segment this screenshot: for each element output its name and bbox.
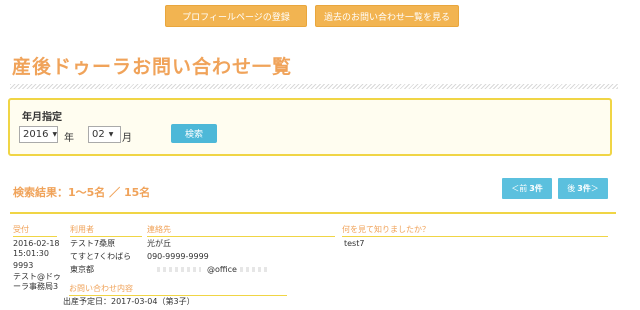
next-count: 3件 [577, 184, 591, 193]
month-unit-label: 月 [122, 133, 132, 144]
header-inquiry: お問い合わせ内容 [69, 283, 287, 296]
next-page-button[interactable]: 後 3件＞ [558, 178, 608, 199]
how-found-answer: test7 [344, 239, 365, 248]
user-name-kana: てすと7くわばら [70, 252, 132, 261]
month-select-value: 02 [92, 129, 105, 140]
month-select[interactable]: 02 ▼ [88, 126, 121, 143]
redacted-email-tail [240, 267, 270, 272]
received-number: 9993 [13, 261, 34, 270]
results-divider [10, 212, 616, 214]
header-received: 受付 [13, 224, 57, 237]
next-label: 後 [567, 184, 576, 193]
search-panel: 年月指定 2016 ▼ 年 02 ▼ 月 検索 [8, 98, 612, 156]
contact-phone: 090-9999-9999 [147, 252, 209, 261]
year-select[interactable]: 2016 ▼ [19, 126, 58, 143]
prev-count: 3件 [529, 184, 543, 193]
next-arrow: ＞ [590, 184, 599, 193]
user-name: テスト7桑原 [70, 239, 116, 248]
redacted-email-local [157, 267, 201, 272]
header-how-found: 何を見て知りましたか？ [342, 224, 608, 237]
office-name-line2: ーラ事務局3 [13, 282, 59, 291]
contact-email-domain: @office [207, 265, 237, 274]
received-time: 15:01:30 [13, 249, 49, 258]
year-month-label: 年月指定 [22, 112, 62, 123]
page-title: 産後ドゥーラお問い合わせ一覧 [12, 56, 293, 78]
prev-page-button[interactable]: ＜前 3件 [502, 178, 552, 199]
inquiry-history-button[interactable]: 過去のお問い合わせ一覧を見る [315, 5, 459, 27]
inquiry-content: 出産予定日：2017-03-04（第3子） [63, 297, 195, 306]
year-select-value: 2016 [23, 129, 49, 140]
user-prefecture: 東京都 [70, 265, 94, 274]
results-summary: 検索結果：1～5名 ／ 15名 [13, 186, 151, 199]
title-divider [10, 84, 618, 89]
prev-label: ＜前 [511, 184, 528, 193]
header-user: 利用者 [70, 224, 142, 237]
chevron-down-icon: ▼ [52, 131, 58, 138]
year-unit-label: 年 [64, 133, 74, 144]
search-button[interactable]: 検索 [171, 124, 217, 143]
header-contact: 連絡先 [147, 224, 335, 237]
chevron-down-icon: ▼ [108, 131, 114, 138]
contact-address: 光が丘 [147, 239, 171, 248]
profile-register-button[interactable]: プロフィールページの登録 [165, 5, 307, 27]
